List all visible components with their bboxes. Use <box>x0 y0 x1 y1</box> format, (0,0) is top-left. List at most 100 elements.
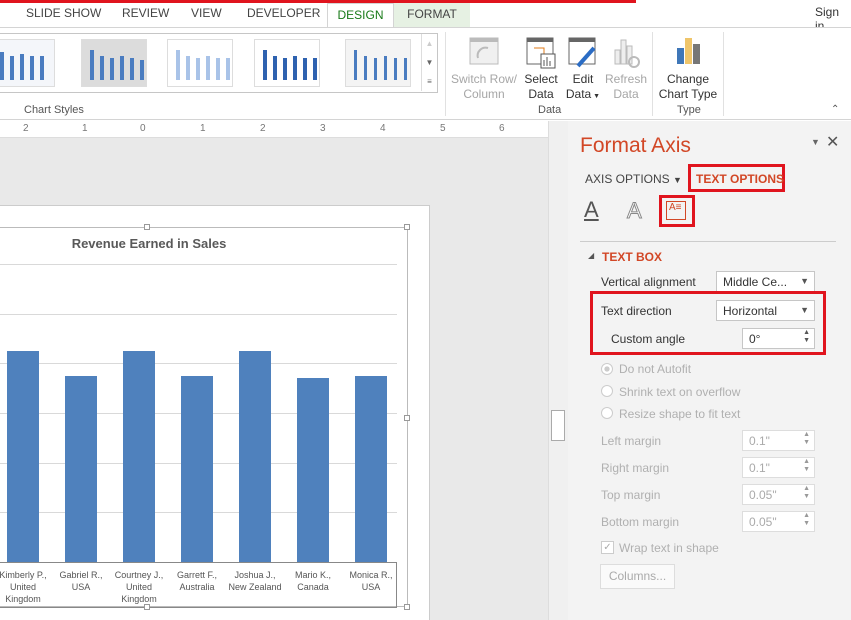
textbox-icon[interactable]: A≡ <box>666 201 686 220</box>
gallery-scroll-down[interactable]: ▼ <box>421 53 437 72</box>
spinner-icon[interactable]: ▲ ▼ <box>803 485 810 501</box>
custom-angle-input[interactable]: 0° ▲ ▼ <box>742 328 815 349</box>
pane-options-icon[interactable]: ▼ <box>811 137 820 147</box>
category-axis-selection[interactable] <box>0 562 397 608</box>
label: Data <box>528 87 554 101</box>
vertical-alignment-select[interactable]: Middle Ce... ▼ <box>716 271 815 292</box>
left-margin-input[interactable]: 0.1" ▲ ▼ <box>742 430 815 451</box>
label: Change <box>666 72 710 86</box>
wrap-text-label: Wrap text in shape <box>619 541 719 555</box>
columns-button[interactable]: Columns... <box>600 564 675 589</box>
collapse-section-icon[interactable]: ◢ <box>588 251 594 260</box>
gallery-more[interactable]: ≡ <box>421 72 437 91</box>
label: Switch Row/ <box>450 72 518 86</box>
resize-handle[interactable] <box>144 604 150 610</box>
top-margin-input[interactable]: 0.05" ▲ ▼ <box>742 484 815 505</box>
select-data-button[interactable]: Select Data <box>522 36 560 102</box>
text-options-tab[interactable]: TEXT OPTIONS <box>696 172 784 186</box>
do-not-autofit-radio[interactable] <box>601 363 613 375</box>
label: AXIS OPTIONS <box>585 172 670 186</box>
label: Data <box>565 87 592 101</box>
dropdown-arrow-icon: ▼ <box>800 305 809 315</box>
text-box-section-header[interactable]: TEXT BOX <box>602 250 662 264</box>
collapse-ribbon-icon[interactable]: ⌃ <box>831 104 839 115</box>
gallery-scroll-up[interactable]: ▲ <box>421 34 437 53</box>
axis-options-tab[interactable]: AXIS OPTIONS ▼ <box>585 172 682 186</box>
dropdown-arrow-icon: ▼ <box>673 175 682 185</box>
tab-review[interactable]: REVIEW <box>122 6 169 20</box>
ruler-tick: 2 <box>260 123 266 134</box>
vertical-scrollbar[interactable] <box>548 121 568 620</box>
chart-style-2[interactable] <box>81 39 147 87</box>
resize-handle[interactable] <box>404 224 410 230</box>
bar-6[interactable] <box>355 375 387 562</box>
left-margin-label: Left margin <box>601 434 662 448</box>
resize-shape-radio[interactable] <box>601 407 613 419</box>
top-margin-label: Top margin <box>601 488 661 502</box>
resize-handle[interactable] <box>144 224 150 230</box>
label: Column <box>463 87 505 101</box>
tab-slide-show[interactable]: SLIDE SHOW <box>26 6 101 20</box>
pane-title: Format Axis <box>580 134 691 157</box>
chart-style-4[interactable] <box>254 39 320 87</box>
chart-style-3[interactable] <box>167 39 233 87</box>
value: 0.1" <box>749 434 770 448</box>
bar-0[interactable] <box>7 350 39 562</box>
spinner-icon[interactable]: ▲ ▼ <box>803 512 810 528</box>
dropdown-arrow-icon: ▼ <box>591 93 601 100</box>
do-not-autofit-label: Do not Autofit <box>619 362 692 376</box>
spinner-icon[interactable]: ▲ ▼ <box>803 458 810 474</box>
bar-4[interactable] <box>239 350 271 562</box>
chart-style-5[interactable] <box>345 39 411 87</box>
value: 0.1" <box>749 461 770 475</box>
switch-row-column-button[interactable]: Switch Row/Column <box>450 36 518 102</box>
divider <box>652 32 653 116</box>
switch-row-column-icon <box>467 36 501 70</box>
horizontal-ruler: 2 1 0 1 2 3 4 5 6 <box>0 121 548 138</box>
spinner-icon[interactable]: ▲ ▼ <box>803 431 810 447</box>
ruler-tick: 5 <box>440 123 446 134</box>
custom-angle-label: Custom angle <box>611 332 686 346</box>
divider <box>723 32 724 116</box>
change-chart-type-icon <box>671 36 705 70</box>
tab-design[interactable]: DESIGN <box>327 3 394 28</box>
wrap-text-checkbox[interactable]: ✓ <box>601 541 614 554</box>
right-margin-input[interactable]: 0.1" ▲ ▼ <box>742 457 815 478</box>
value: Horizontal <box>723 304 778 318</box>
title-bar-accent <box>0 0 636 3</box>
scrollbar-thumb[interactable] <box>551 410 565 441</box>
label: Data <box>613 87 639 101</box>
tab-format[interactable]: FORMAT <box>394 3 470 28</box>
text-direction-label: Text direction <box>601 304 672 318</box>
tab-view[interactable]: VIEW <box>191 6 222 20</box>
value: 0° <box>749 332 761 346</box>
chart-style-1[interactable] <box>0 39 55 87</box>
change-chart-type-button[interactable]: Change Chart Type <box>656 36 720 102</box>
ruler-tick: 1 <box>82 123 88 134</box>
edit-data-icon <box>566 36 600 70</box>
edit-data-button[interactable]: Edit Data ▼ <box>564 36 602 104</box>
bar-3[interactable] <box>181 375 213 562</box>
refresh-data-button[interactable]: Refresh Data <box>604 36 648 102</box>
bottom-margin-input[interactable]: 0.05" ▲ ▼ <box>742 511 815 532</box>
value: 0.05" <box>749 488 777 502</box>
spinner-icon[interactable]: ▲ ▼ <box>803 329 810 345</box>
text-effects-icon[interactable]: A <box>627 198 643 224</box>
close-icon[interactable]: ✕ <box>826 132 839 152</box>
chart[interactable]: Revenue Earned in Sales Kimberly P., Unit… <box>0 227 408 608</box>
text-fill-outline-icon[interactable]: A <box>584 197 599 223</box>
bar-1[interactable] <box>65 375 97 562</box>
text-direction-select[interactable]: Horizontal ▼ <box>716 300 815 321</box>
resize-handle[interactable] <box>404 604 410 610</box>
tab-developer[interactable]: DEVELOPER <box>247 6 320 20</box>
label: Select <box>524 72 558 86</box>
resize-handle[interactable] <box>404 415 410 421</box>
select-data-icon <box>524 36 558 70</box>
right-margin-label: Right margin <box>601 461 670 475</box>
bar-5[interactable] <box>297 378 329 562</box>
label: Edit <box>572 72 594 86</box>
chart-styles-gallery[interactable]: ▲ ▼ ≡ <box>0 33 438 93</box>
bar-2[interactable] <box>123 350 155 562</box>
bottom-margin-label: Bottom margin <box>601 515 680 529</box>
shrink-text-radio[interactable] <box>601 385 613 397</box>
